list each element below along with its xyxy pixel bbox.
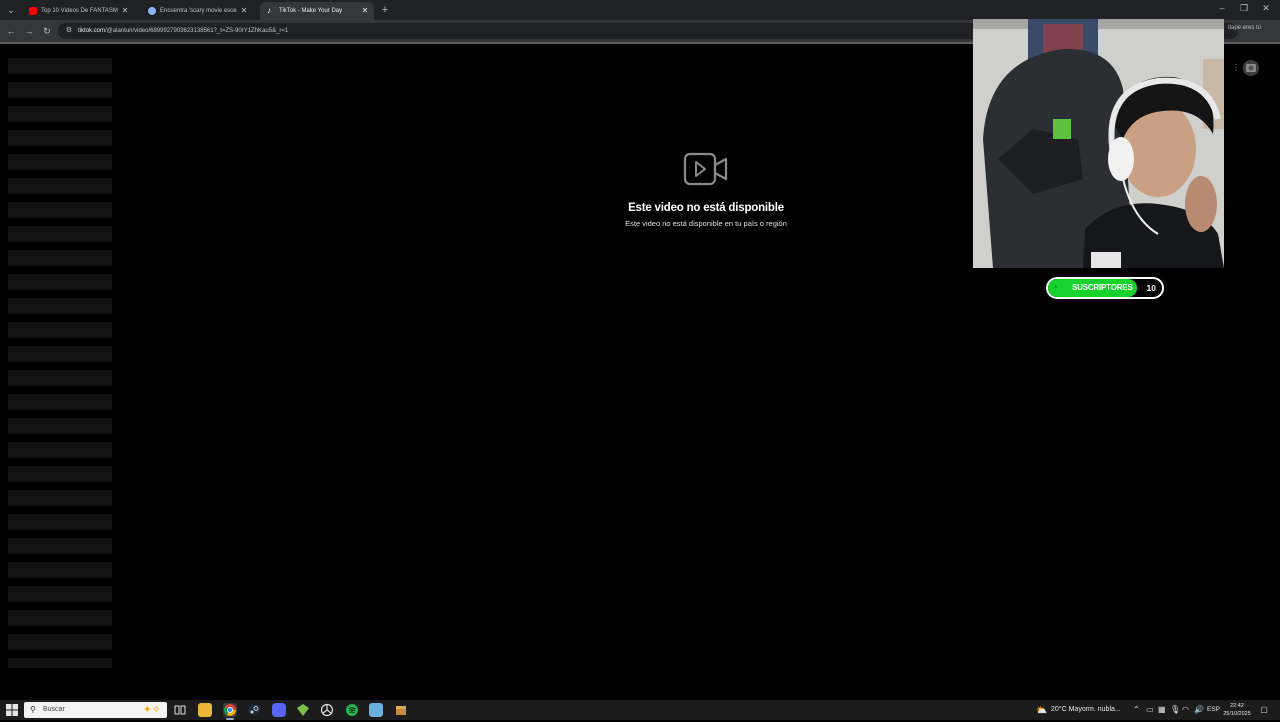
subscriber-goal-track: ♦ SUSCRIPTORES 10 bbox=[1048, 279, 1162, 297]
sidebar-skeleton-item bbox=[8, 394, 112, 410]
tab-youtube[interactable]: Top 10 Videos De FANTASMAS ✕ bbox=[22, 2, 134, 20]
sidebar-skeleton-item bbox=[8, 658, 112, 668]
sidebar-skeleton-item bbox=[8, 250, 112, 266]
more-options-icon[interactable]: ⋮ bbox=[1230, 62, 1242, 74]
sidebar-skeleton-item bbox=[8, 106, 112, 122]
unity-icon[interactable] bbox=[320, 703, 334, 717]
windows-start-icon[interactable] bbox=[6, 704, 18, 716]
streamer-webcam-image bbox=[973, 19, 1224, 268]
weather-widget[interactable]: 20°C Mayorm. nubla... bbox=[1051, 700, 1121, 720]
unavailable-subtitle: Este video no está disponible en tu país… bbox=[625, 219, 787, 228]
microphone-icon[interactable]: 🎙 bbox=[1170, 700, 1180, 720]
tab-title: Encuentra 'scary movie escena bbox=[160, 8, 237, 14]
task-view-icon[interactable] bbox=[173, 703, 187, 717]
avatar[interactable] bbox=[1243, 60, 1259, 76]
tab-title: TikTok - Make Your Day bbox=[279, 8, 343, 14]
extension-label[interactable]: Ilape eres tú bbox=[1228, 25, 1261, 31]
sidebar-skeleton-item bbox=[8, 586, 112, 602]
sidebar-skeleton-item bbox=[8, 610, 112, 626]
video-unavailable-panel: Este video no está disponible Este video… bbox=[600, 150, 812, 228]
minimize-icon[interactable]: – bbox=[1216, 3, 1228, 13]
sidebar-skeleton-item bbox=[8, 322, 112, 338]
forward-arrow-icon[interactable]: → bbox=[22, 24, 36, 38]
subscriber-goal-bar: ♦ SUSCRIPTORES 10 bbox=[1046, 277, 1164, 299]
sidebar-skeleton bbox=[8, 58, 112, 670]
taskbar-search-input[interactable]: ⚲ Buscar ✦✧ bbox=[24, 702, 167, 718]
volume-icon[interactable]: 🔊 bbox=[1194, 700, 1204, 720]
weather-cloud-icon[interactable]: ⛅ bbox=[1036, 704, 1048, 716]
system-clock[interactable]: 22:42 25/10/2025 bbox=[1222, 702, 1252, 718]
google-favicon-icon bbox=[148, 7, 156, 15]
notepad-icon[interactable] bbox=[369, 703, 383, 717]
chrome-icon[interactable] bbox=[223, 703, 237, 720]
minecraft-icon[interactable] bbox=[296, 703, 310, 717]
address-domain: tiktok.com bbox=[78, 28, 106, 34]
notification-icon[interactable]: ▢ bbox=[1258, 704, 1270, 716]
address-url[interactable]: tiktok.com/@alantun/video/68999279036231… bbox=[78, 23, 288, 39]
tab-title: Top 10 Videos De FANTASMAS bbox=[41, 8, 118, 14]
discord-icon[interactable] bbox=[272, 703, 286, 717]
box-app-icon[interactable] bbox=[394, 703, 408, 717]
sidebar-skeleton-item bbox=[8, 538, 112, 554]
sidebar-skeleton-item bbox=[8, 274, 112, 290]
tab-search[interactable]: Encuentra 'scary movie escena ✕ bbox=[141, 2, 253, 20]
restore-icon[interactable]: ❐ bbox=[1238, 3, 1250, 14]
sidebar-skeleton-item bbox=[8, 514, 112, 530]
youtube-favicon-icon bbox=[29, 7, 37, 15]
clock-time: 22:42 bbox=[1230, 703, 1244, 709]
reload-icon[interactable]: ↻ bbox=[40, 24, 54, 38]
sidebar-skeleton-item bbox=[8, 418, 112, 434]
close-tab-icon[interactable]: ✕ bbox=[239, 2, 249, 20]
spotify-icon[interactable] bbox=[345, 703, 359, 717]
tab-tiktok[interactable]: ♪ TikTok - Make Your Day ✕ bbox=[260, 2, 374, 20]
subscriber-goal-count: 10 bbox=[1146, 283, 1156, 293]
sidebar-skeleton-item bbox=[8, 562, 112, 578]
tab-search-chevron-icon[interactable]: ⌄ bbox=[4, 3, 18, 17]
site-info-icon[interactable]: ⚙ bbox=[64, 26, 74, 36]
sidebar-skeleton-item bbox=[8, 370, 112, 386]
taskbar-search-placeholder: Buscar bbox=[43, 706, 65, 713]
unavailable-title: Este video no está disponible bbox=[628, 202, 784, 214]
language-indicator[interactable]: ESP bbox=[1207, 700, 1220, 720]
sidebar-skeleton-item bbox=[8, 442, 112, 458]
steam-icon[interactable] bbox=[247, 703, 261, 717]
avatar-icon bbox=[1243, 60, 1259, 76]
subscriber-goal-label: SUSCRIPTORES bbox=[1072, 283, 1133, 292]
webcam-overlay bbox=[973, 19, 1224, 268]
sidebar-skeleton-item bbox=[8, 58, 112, 74]
sidebar-skeleton-item bbox=[8, 298, 112, 314]
sidebar-skeleton-item bbox=[8, 634, 112, 650]
search-icon: ⚲ bbox=[30, 705, 36, 714]
address-path: /@alantun/video/6899927903623138561?_t=Z… bbox=[105, 28, 289, 34]
plus-icon[interactable]: + bbox=[378, 2, 392, 18]
sidebar-skeleton-item bbox=[8, 466, 112, 482]
windows-taskbar: ⚲ Buscar ✦✧ ⛅ 20°C Mayorm. nubla... ⌃ ▭ … bbox=[0, 700, 1280, 720]
tray-app-icon[interactable]: ▭ bbox=[1146, 700, 1154, 720]
weather-temp: 20°C bbox=[1051, 706, 1067, 713]
clock-date: 25/10/2025 bbox=[1223, 711, 1251, 717]
close-tab-icon[interactable]: ✕ bbox=[120, 2, 130, 20]
sidebar-skeleton-item bbox=[8, 178, 112, 194]
sidebar-skeleton-item bbox=[8, 202, 112, 218]
sidebar-skeleton-item bbox=[8, 226, 112, 242]
weather-text: Mayorm. nubla... bbox=[1068, 706, 1121, 713]
sidebar-skeleton-item bbox=[8, 130, 112, 146]
sidebar-skeleton-item bbox=[8, 82, 112, 98]
tiktok-favicon-icon: ♪ bbox=[267, 6, 271, 15]
back-arrow-icon[interactable]: ← bbox=[4, 24, 18, 38]
network-icon[interactable]: ▦ bbox=[1158, 700, 1166, 720]
chevron-up-icon[interactable]: ⌃ bbox=[1133, 700, 1140, 720]
sidebar-skeleton-item bbox=[8, 490, 112, 506]
sidebar-skeleton-item bbox=[8, 154, 112, 170]
close-window-icon[interactable]: ✕ bbox=[1260, 3, 1272, 14]
close-tab-icon[interactable]: ✕ bbox=[360, 2, 370, 20]
wifi-icon[interactable]: ◠ bbox=[1182, 700, 1189, 720]
leaf-icon: ♦ bbox=[1054, 284, 1058, 291]
video-camera-icon bbox=[683, 152, 728, 186]
file-explorer-icon[interactable] bbox=[198, 703, 212, 717]
browser-tab-strip: ⌄ Top 10 Videos De FANTASMAS ✕ Encuentra… bbox=[0, 0, 1280, 20]
sidebar-skeleton-item bbox=[8, 346, 112, 362]
sparkle-icon[interactable]: ✦✧ bbox=[143, 703, 161, 717]
